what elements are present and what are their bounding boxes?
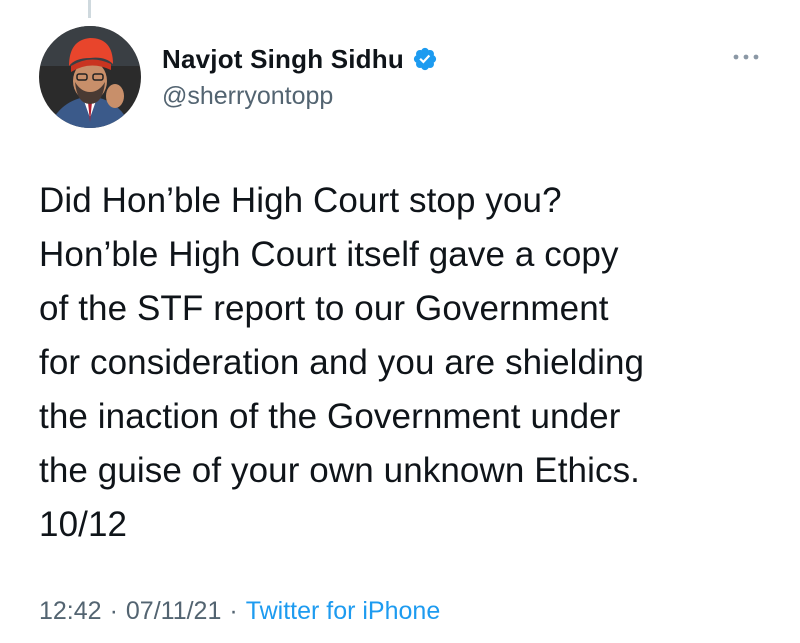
tweet-source-link[interactable]: Twitter for iPhone: [246, 597, 441, 626]
author-name-row: Navjot Singh Sidhu: [162, 42, 438, 76]
more-options-icon[interactable]: [732, 50, 760, 62]
thread-connector-line: [88, 0, 91, 18]
tweet-meta: 12:42 · 07/11/21 · Twitter for iPhone: [39, 597, 440, 626]
tweet-date[interactable]: 07/11/21: [126, 597, 221, 626]
tweet-text: Did Hon’ble High Court stop you? Hon’ble…: [39, 181, 645, 544]
tweet-time[interactable]: 12:42: [39, 597, 102, 626]
avatar[interactable]: [39, 26, 141, 128]
author-display-name[interactable]: Navjot Singh Sidhu: [162, 44, 404, 75]
meta-separator: ·: [229, 597, 238, 625]
tweet-card: Navjot Singh Sidhu @sherryontopp Did Hon…: [0, 0, 800, 643]
meta-separator: ·: [109, 597, 118, 625]
verified-badge-icon: [412, 46, 438, 72]
author-handle[interactable]: @sherryontopp: [162, 82, 438, 111]
author-block: Navjot Singh Sidhu @sherryontopp: [162, 42, 438, 111]
